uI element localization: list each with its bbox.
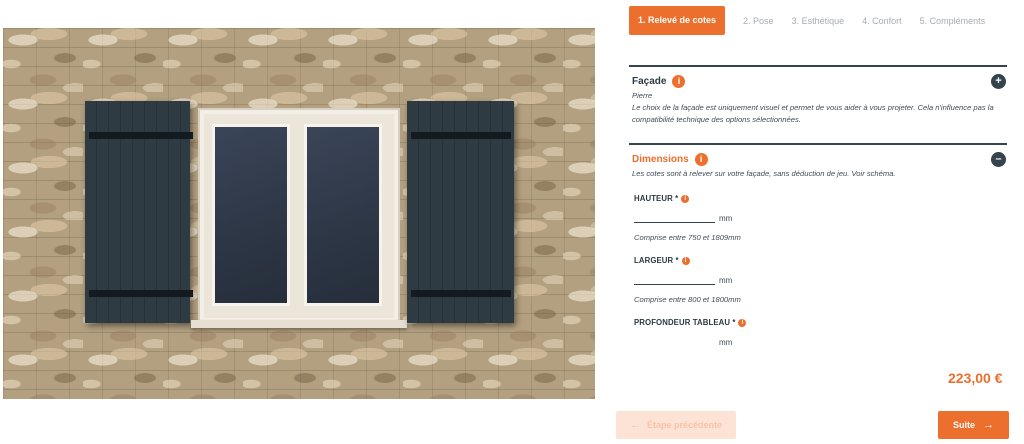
arrow-right-icon: → <box>983 418 994 431</box>
facade-value: Pierre <box>632 91 653 100</box>
window-sill <box>191 320 407 328</box>
profondeur-input[interactable] <box>634 335 715 347</box>
step-pose[interactable]: 2. Pose <box>743 16 774 26</box>
divider <box>629 65 1007 67</box>
hauteur-label-text: HAUTEUR * <box>634 194 679 203</box>
hinge-bar <box>411 290 511 297</box>
facade-title-text: Façade <box>632 76 667 87</box>
largeur-hint: Comprise entre 800 et 1800mm <box>634 295 741 304</box>
hinge-bar <box>89 290 193 297</box>
previous-step-label: Étape précédente <box>646 420 723 430</box>
total-price: 223,00 € <box>948 370 1003 386</box>
info-icon[interactable]: i <box>694 153 708 166</box>
hauteur-input-row: mm <box>634 211 1007 223</box>
facade-title: Façade i <box>629 75 686 88</box>
window-frame <box>198 108 400 324</box>
largeur-field: LARGEUR * i mm Comprise entre 800 et 1800… <box>629 256 1007 304</box>
dimensions-header[interactable]: Dimensions i – <box>629 152 1007 167</box>
collapse-minus-icon[interactable]: – <box>991 152 1006 167</box>
unit-label: mm <box>719 214 733 223</box>
hinge-bar <box>411 132 511 139</box>
step-complements[interactable]: 5. Compléments <box>920 16 986 26</box>
profondeur-label: PROFONDEUR TABLEAU * i <box>634 318 1007 327</box>
hauteur-hint: Comprise entre 750 et 1809mm <box>634 233 741 242</box>
hauteur-field: HAUTEUR * i mm Comprise entre 750 et 1809… <box>629 194 1007 242</box>
dimensions-title: Dimensions i <box>629 153 708 166</box>
dimensions-title-text: Dimensions <box>632 154 689 165</box>
profondeur-label-text: PROFONDEUR TABLEAU * <box>634 318 736 327</box>
window-pane <box>304 124 382 306</box>
right-shutter <box>407 101 514 323</box>
next-step-label: Suite <box>952 420 975 430</box>
hinge-bar <box>89 132 193 139</box>
facade-section: Façade i + Pierre Le choix de la façade … <box>629 74 1007 126</box>
largeur-label: LARGEUR * i <box>634 256 1007 265</box>
hauteur-input[interactable] <box>634 211 715 223</box>
largeur-label-text: LARGEUR * <box>634 256 679 265</box>
info-icon[interactable]: i <box>681 195 690 203</box>
arrow-left-icon: ← <box>629 418 641 431</box>
step-releve-de-cotes[interactable]: 1. Relevé de cotes <box>629 6 726 35</box>
hauteur-label: HAUTEUR * i <box>634 194 1007 203</box>
step-confort[interactable]: 4. Confort <box>862 16 902 26</box>
facade-header[interactable]: Façade i + <box>629 74 1007 89</box>
configuration-panel: Façade i + Pierre Le choix de la façade … <box>629 65 1007 347</box>
next-step-button[interactable]: Suite → <box>938 411 1009 439</box>
facade-description: Le choix de la façade est uniquement vis… <box>632 103 994 124</box>
info-icon[interactable]: i <box>738 319 747 327</box>
expand-plus-icon[interactable]: + <box>991 74 1006 89</box>
previous-step-button[interactable]: ← Étape précédente <box>616 411 736 439</box>
dimensions-section: Dimensions i – Les cotes sont à relever … <box>629 143 1007 347</box>
unit-label: mm <box>719 338 733 347</box>
profondeur-input-row: mm <box>634 335 1007 347</box>
largeur-input-row: mm <box>634 273 1007 285</box>
dimensions-description: Les cotes sont à relever sur votre façad… <box>632 169 896 178</box>
step-esthetique[interactable]: 3. Esthétique <box>792 16 845 26</box>
divider <box>629 143 1007 145</box>
profondeur-field: PROFONDEUR TABLEAU * i mm <box>629 318 1007 347</box>
info-icon[interactable]: i <box>681 257 690 265</box>
product-preview-image <box>3 28 595 399</box>
left-shutter <box>85 101 193 323</box>
window-pane <box>212 124 290 306</box>
unit-label: mm <box>719 276 733 285</box>
step-navigation: 1. Relevé de cotes 2. Pose 3. Esthétique… <box>629 6 1003 35</box>
largeur-input[interactable] <box>634 273 715 285</box>
info-icon[interactable]: i <box>672 75 686 88</box>
